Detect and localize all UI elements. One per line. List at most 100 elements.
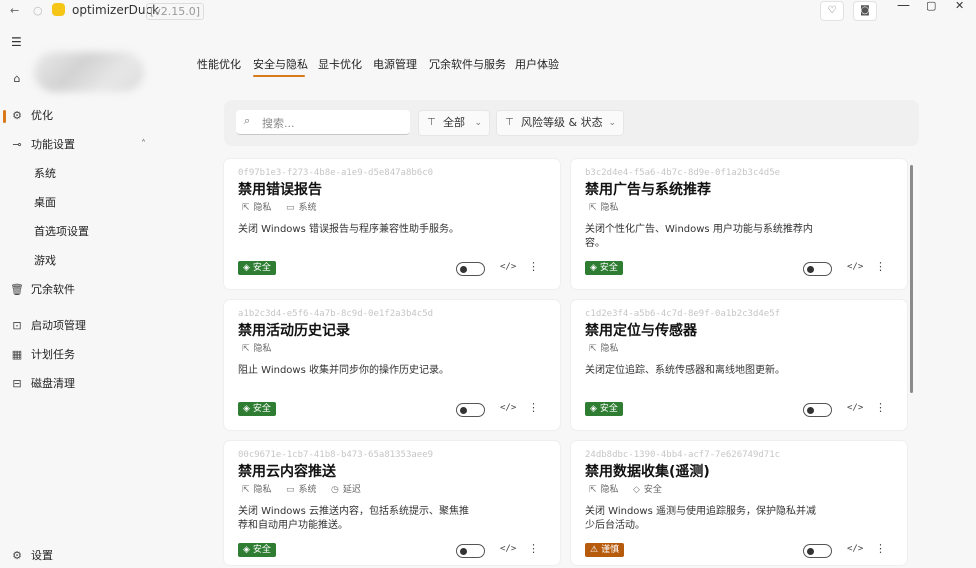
risk-status-dropdown[interactable]: ⊤ 风险等级 & 状态 ⌄ bbox=[496, 110, 624, 136]
tweak-toggle[interactable] bbox=[456, 262, 485, 276]
card-description: 关闭 Windows 错误报告与程序兼容性助手服务。 bbox=[238, 224, 459, 235]
shield-check-icon: ◈ bbox=[243, 404, 250, 414]
code-icon[interactable]: </> bbox=[500, 262, 516, 272]
app-version: [v2.15.0] bbox=[146, 3, 205, 20]
sidebar-item-label: 优化 bbox=[31, 109, 53, 122]
tag: ⇱ 隐私 bbox=[589, 485, 619, 495]
shield-check-icon: ◈ bbox=[590, 404, 597, 414]
sidebar-item-settings[interactable]: ⚙ 设置 bbox=[0, 544, 160, 568]
risk-status-dropdown-label: 风险等级 & 状态 bbox=[521, 116, 603, 129]
screenshot-button[interactable]: ◙ bbox=[853, 1, 877, 21]
main-content: 性能优化 安全与隐私 显卡优化 电源管理 冗余软件与服务 用户体验 ⌕ 搜索..… bbox=[162, 22, 976, 565]
card-title: 禁用广告与系统推荐 bbox=[585, 182, 711, 198]
card-title: 禁用云内容推送 bbox=[238, 464, 336, 480]
code-icon[interactable]: </> bbox=[500, 544, 516, 554]
search-input[interactable]: ⌕ 搜索... bbox=[236, 110, 410, 135]
chevron-down-icon: ⌄ bbox=[608, 118, 616, 128]
monitor-icon: ▭ bbox=[286, 485, 295, 495]
gear-icon: ⚙ bbox=[12, 549, 22, 562]
search-placeholder: 搜索... bbox=[262, 117, 295, 130]
code-icon[interactable]: </> bbox=[500, 403, 516, 413]
more-options-icon[interactable]: ⋮ bbox=[528, 401, 539, 414]
filter-icon: ⊤ bbox=[505, 117, 514, 128]
title-bar: ← ○ optimizerDuck [v2.15.0] ♡ ◙ — ▢ ✕ bbox=[0, 0, 976, 22]
card-id: a1b2c3d4-e5f6-4a7b-8c9d-0e1f2a3b4c5d bbox=[238, 309, 434, 319]
maximize-button[interactable]: ▢ bbox=[926, 0, 936, 14]
tweak-toggle[interactable] bbox=[803, 403, 832, 417]
more-options-icon[interactable]: ⋮ bbox=[875, 260, 886, 273]
category-dropdown-label: 全部 bbox=[443, 116, 465, 129]
sidebar-item-label: 桌面 bbox=[34, 196, 56, 209]
risk-badge: ◈ 安全 bbox=[238, 543, 276, 557]
sidebar-item-label: 计划任务 bbox=[31, 348, 75, 361]
active-tab-underline bbox=[253, 75, 305, 77]
sidebar-item-optimize[interactable]: ⚙ 优化 bbox=[0, 104, 160, 128]
sidebar-item-home[interactable]: ⌂ bbox=[0, 67, 160, 91]
sidebar-item-disk-cleanup[interactable]: ⊟ 磁盘清理 bbox=[0, 372, 160, 396]
shield-icon: ◇ bbox=[633, 485, 640, 495]
active-indicator bbox=[3, 110, 6, 123]
sidebar-item-desktop[interactable]: 桌面 bbox=[0, 191, 160, 215]
risk-badge: ◈ 安全 bbox=[238, 402, 276, 416]
refresh-icon[interactable]: ○ bbox=[33, 3, 43, 19]
sidebar-item-label: 设置 bbox=[31, 549, 53, 562]
tag: ⇱ 隐私 bbox=[242, 203, 272, 213]
tweak-toggle[interactable] bbox=[456, 544, 485, 558]
tab-power[interactable]: 电源管理 bbox=[373, 58, 417, 72]
sidebar-item-feature-settings[interactable]: ⊸ 功能设置 ˄ bbox=[0, 133, 160, 157]
tab-gpu[interactable]: 显卡优化 bbox=[318, 58, 362, 72]
code-icon[interactable]: </> bbox=[847, 544, 863, 554]
card-title: 禁用活动历史记录 bbox=[238, 323, 350, 339]
startup-icon: ⊡ bbox=[12, 319, 22, 332]
more-options-icon[interactable]: ⋮ bbox=[528, 260, 539, 273]
monitor-icon: ▭ bbox=[286, 203, 295, 213]
sidebar-item-label: 磁盘清理 bbox=[31, 377, 75, 390]
tab-performance[interactable]: 性能优化 bbox=[197, 58, 241, 72]
tab-user-experience[interactable]: 用户体验 bbox=[515, 58, 559, 72]
sidebar-item-label: 游戏 bbox=[34, 254, 56, 267]
code-icon[interactable]: </> bbox=[847, 403, 863, 413]
chevron-up-icon[interactable]: ˄ bbox=[141, 133, 146, 157]
minimize-button[interactable]: — bbox=[897, 0, 910, 14]
toggle-knob bbox=[807, 407, 814, 414]
risk-badge: ◈ 安全 bbox=[585, 261, 623, 275]
sidebar-item-bloatware[interactable]: 🗑 冗余软件 bbox=[0, 278, 160, 302]
sidebar-item-startup[interactable]: ⊡ 启动项管理 bbox=[0, 314, 160, 338]
tag: ▭ 系统 bbox=[286, 485, 317, 495]
share-icon: ⇱ bbox=[242, 485, 250, 495]
more-options-icon[interactable]: ⋮ bbox=[875, 401, 886, 414]
card-id: b3c2d4e4-f5a6-4b7c-8d9e-0f1a2b3c4d5e bbox=[585, 168, 781, 178]
tag: ⇱ 隐私 bbox=[242, 485, 272, 495]
share-icon: ⇱ bbox=[589, 344, 597, 354]
close-button[interactable]: ✕ bbox=[955, 0, 964, 14]
card-description: 关闭个性化广告、Windows 用户功能与系统推荐内容。 bbox=[585, 224, 813, 249]
tweak-card: a1b2c3d4-e5f6-4a7b-8c9d-0e1f2a3b4c5d 禁用活… bbox=[224, 300, 560, 430]
tweak-toggle[interactable] bbox=[456, 403, 485, 417]
sidebar-item-preferences[interactable]: 首选项设置 bbox=[0, 220, 160, 244]
sidebar-item-system[interactable]: 系统 bbox=[0, 162, 160, 186]
tag: ◇ 安全 bbox=[633, 485, 662, 495]
share-icon: ⇱ bbox=[242, 344, 250, 354]
tab-bloatware-services[interactable]: 冗余软件与服务 bbox=[429, 58, 506, 72]
category-dropdown[interactable]: ⊤ 全部 ⌄ bbox=[418, 110, 490, 136]
more-options-icon[interactable]: ⋮ bbox=[875, 542, 886, 555]
more-options-icon[interactable]: ⋮ bbox=[528, 542, 539, 555]
toggle-knob bbox=[807, 548, 814, 555]
scrollbar[interactable] bbox=[910, 165, 913, 393]
sidebar-item-games[interactable]: 游戏 bbox=[0, 249, 160, 273]
search-icon: ⌕ bbox=[244, 114, 251, 127]
code-icon[interactable]: </> bbox=[847, 262, 863, 272]
tweak-toggle[interactable] bbox=[803, 262, 832, 276]
hamburger-menu-icon[interactable]: ☰ bbox=[11, 35, 22, 49]
card-description: 关闭定位追踪、系统传感器和离线地图更新。 bbox=[585, 365, 785, 376]
tab-security-privacy[interactable]: 安全与隐私 bbox=[253, 58, 308, 72]
tweak-toggle[interactable] bbox=[803, 544, 832, 558]
tag: ▭ 系统 bbox=[286, 203, 317, 213]
sidebar-item-scheduled-tasks[interactable]: ▦ 计划任务 bbox=[0, 343, 160, 367]
warning-icon: ⚠ bbox=[590, 545, 599, 555]
back-arrow-icon[interactable]: ← bbox=[10, 3, 19, 19]
shield-check-icon: ◈ bbox=[590, 263, 597, 273]
favorite-button[interactable]: ♡ bbox=[820, 1, 844, 21]
card-title: 禁用错误报告 bbox=[238, 182, 322, 198]
clock-icon: ◷ bbox=[331, 485, 339, 495]
